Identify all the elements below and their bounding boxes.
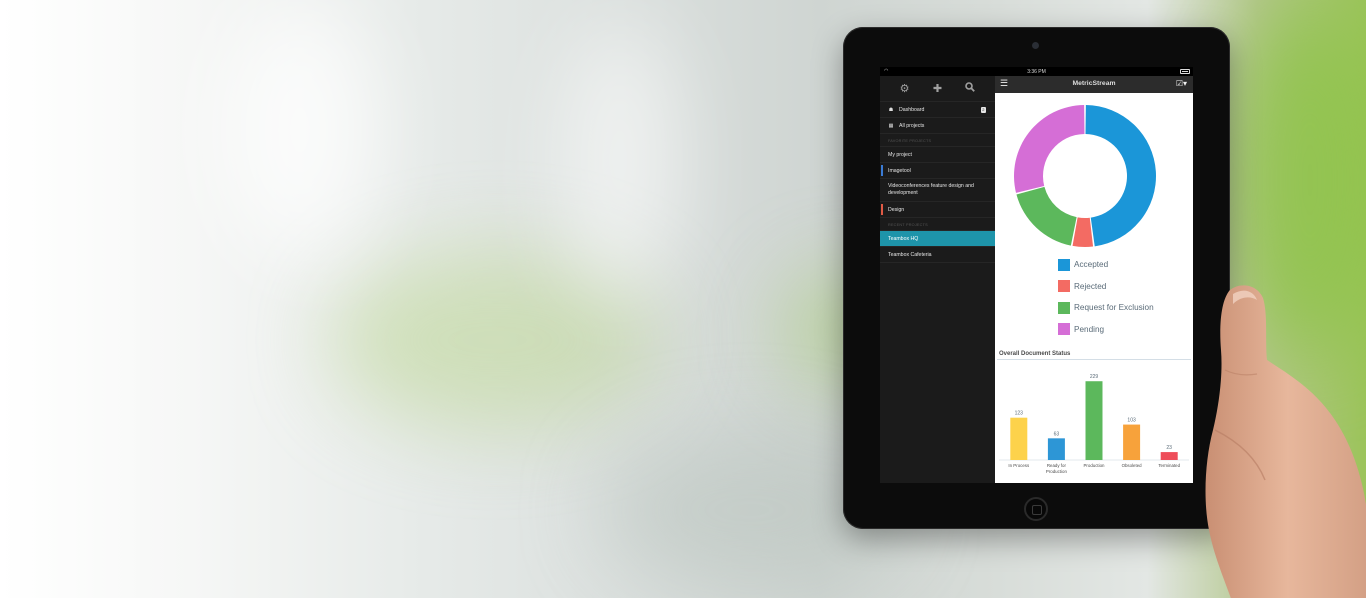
battery-icon [1180, 69, 1190, 74]
legend-item-accepted: Accepted [1058, 254, 1154, 276]
sidebar-item-label: Teambox HQ [888, 235, 919, 242]
sidebar-item-all-projects[interactable]: ▦ All projects [880, 118, 995, 134]
donut-slice-pending[interactable] [1014, 105, 1085, 193]
bar-value-label: 103 [1127, 418, 1136, 424]
bar-category-label: Production [1084, 463, 1106, 468]
project-color-marker [881, 204, 883, 215]
bar-category-label: Production [1046, 469, 1068, 474]
main-panel: ☰ MetricStream ☑▾ Accepted Rejected Requ… [995, 76, 1193, 483]
camera-icon [1032, 42, 1039, 49]
legend-item-rejected: Rejected [1058, 276, 1154, 298]
count-badge: 2 [980, 107, 986, 113]
sidebar-item-my-project[interactable]: My project [880, 147, 995, 163]
sidebar-item-teambox-cafeteria[interactable]: Teambox Cafeteria [880, 247, 995, 263]
home-icon: ☗ [888, 106, 894, 113]
search-icon[interactable] [965, 82, 976, 95]
checkbox-dropdown-icon[interactable]: ☑▾ [1176, 79, 1187, 88]
hand-image [1205, 285, 1366, 598]
sidebar-item-label: My project [888, 151, 912, 158]
sidebar-item-label: All projects [899, 122, 925, 129]
bar-category-label: In Process [1008, 463, 1030, 468]
favorite-projects-header: FAVORITE PROJECTS [880, 134, 995, 147]
sidebar-item-label: Design [888, 206, 905, 213]
sidebar-item-dashboard[interactable]: ☗ Dashboard 2 [880, 102, 995, 118]
status-donut-chart [1014, 105, 1156, 248]
bar-category-label: Obsoleted [1122, 463, 1143, 468]
legend-label: Accepted [1074, 260, 1109, 270]
bar-ready-for-production[interactable] [1047, 438, 1065, 460]
bar-value-label: 123 [1015, 411, 1024, 417]
legend-label: Rejected [1074, 281, 1107, 291]
background-blur-light [220, 0, 380, 260]
sidebar-toolbar: ⚙ ✚ [880, 76, 995, 102]
donut-legend: Accepted Rejected Request for Exclusion … [1058, 254, 1154, 340]
sidebar-item-design[interactable]: Design [880, 202, 995, 218]
legend-swatch [1058, 258, 1070, 271]
donut-slice-accepted[interactable] [1085, 105, 1156, 247]
app-title: MetricStream [1072, 80, 1116, 87]
bar-terminated[interactable] [1160, 452, 1178, 460]
sidebar-item-label: Dashboard [899, 106, 925, 113]
bar-value-label: 23 [1166, 445, 1172, 451]
project-color-marker [881, 165, 883, 176]
legend-swatch [1058, 301, 1070, 314]
legend-label: Pending [1074, 324, 1105, 334]
sidebar-item-label: Teambox Cafeteria [888, 251, 932, 258]
sidebar-item-label: Videoconferences feature design and deve… [888, 183, 974, 196]
grid-icon: ▦ [888, 122, 894, 129]
sidebar-item-imagetool[interactable]: Imagetool [880, 163, 995, 179]
legend-swatch [1058, 280, 1070, 293]
recent-projects-header: RECENT PROJECTS [880, 218, 995, 231]
legend-item-request-for-exclusion: Request for Exclusion [1058, 297, 1154, 319]
app-header: ☰ MetricStream ☑▾ [995, 76, 1193, 93]
sidebar-item-teambox-hq[interactable]: Teambox HQ [880, 231, 995, 247]
legend-item-pending: Pending [1058, 319, 1154, 341]
sidebar-item-videoconferences[interactable]: Videoconferences feature design and deve… [880, 179, 995, 202]
legend-label: Request for Exclusion [1074, 303, 1154, 313]
bar-category-label: Ready for [1047, 463, 1067, 468]
status-time: 3:36 PM [1027, 68, 1046, 75]
sidebar: ⚙ ✚ ☗ Dashboard 2 ▦ All projects FAVORIT… [880, 76, 995, 483]
bar-production[interactable] [1085, 381, 1103, 460]
tablet-screen: ◠ 3:36 PM ⚙ ✚ ☗ Dashboard 2 ▦ All projec… [880, 67, 1193, 483]
bar-in-process[interactable] [1010, 417, 1028, 460]
bar-value-label: 229 [1090, 374, 1099, 380]
gear-icon[interactable]: ⚙ [900, 82, 910, 95]
bar-chart-title: Overall Document Status [999, 351, 1071, 357]
sidebar-item-label: Imagetool [888, 167, 911, 174]
tablet-device: ◠ 3:36 PM ⚙ ✚ ☗ Dashboard 2 ▦ All projec… [843, 27, 1230, 529]
plus-icon[interactable]: ✚ [933, 82, 942, 95]
bar-value-label: 63 [1054, 431, 1060, 437]
background-blur-light [560, 20, 680, 300]
document-status-bar-chart: 123In Process63Ready forProduction229Pro… [999, 374, 1189, 474]
status-bar: ◠ 3:36 PM [880, 67, 1193, 76]
donut-slice-request-for-exclusion[interactable] [1016, 186, 1077, 246]
bar-obsoleted[interactable] [1123, 424, 1141, 460]
bar-category-label: Terminated [1158, 463, 1180, 468]
legend-swatch [1058, 323, 1070, 336]
home-button[interactable] [1024, 497, 1048, 521]
